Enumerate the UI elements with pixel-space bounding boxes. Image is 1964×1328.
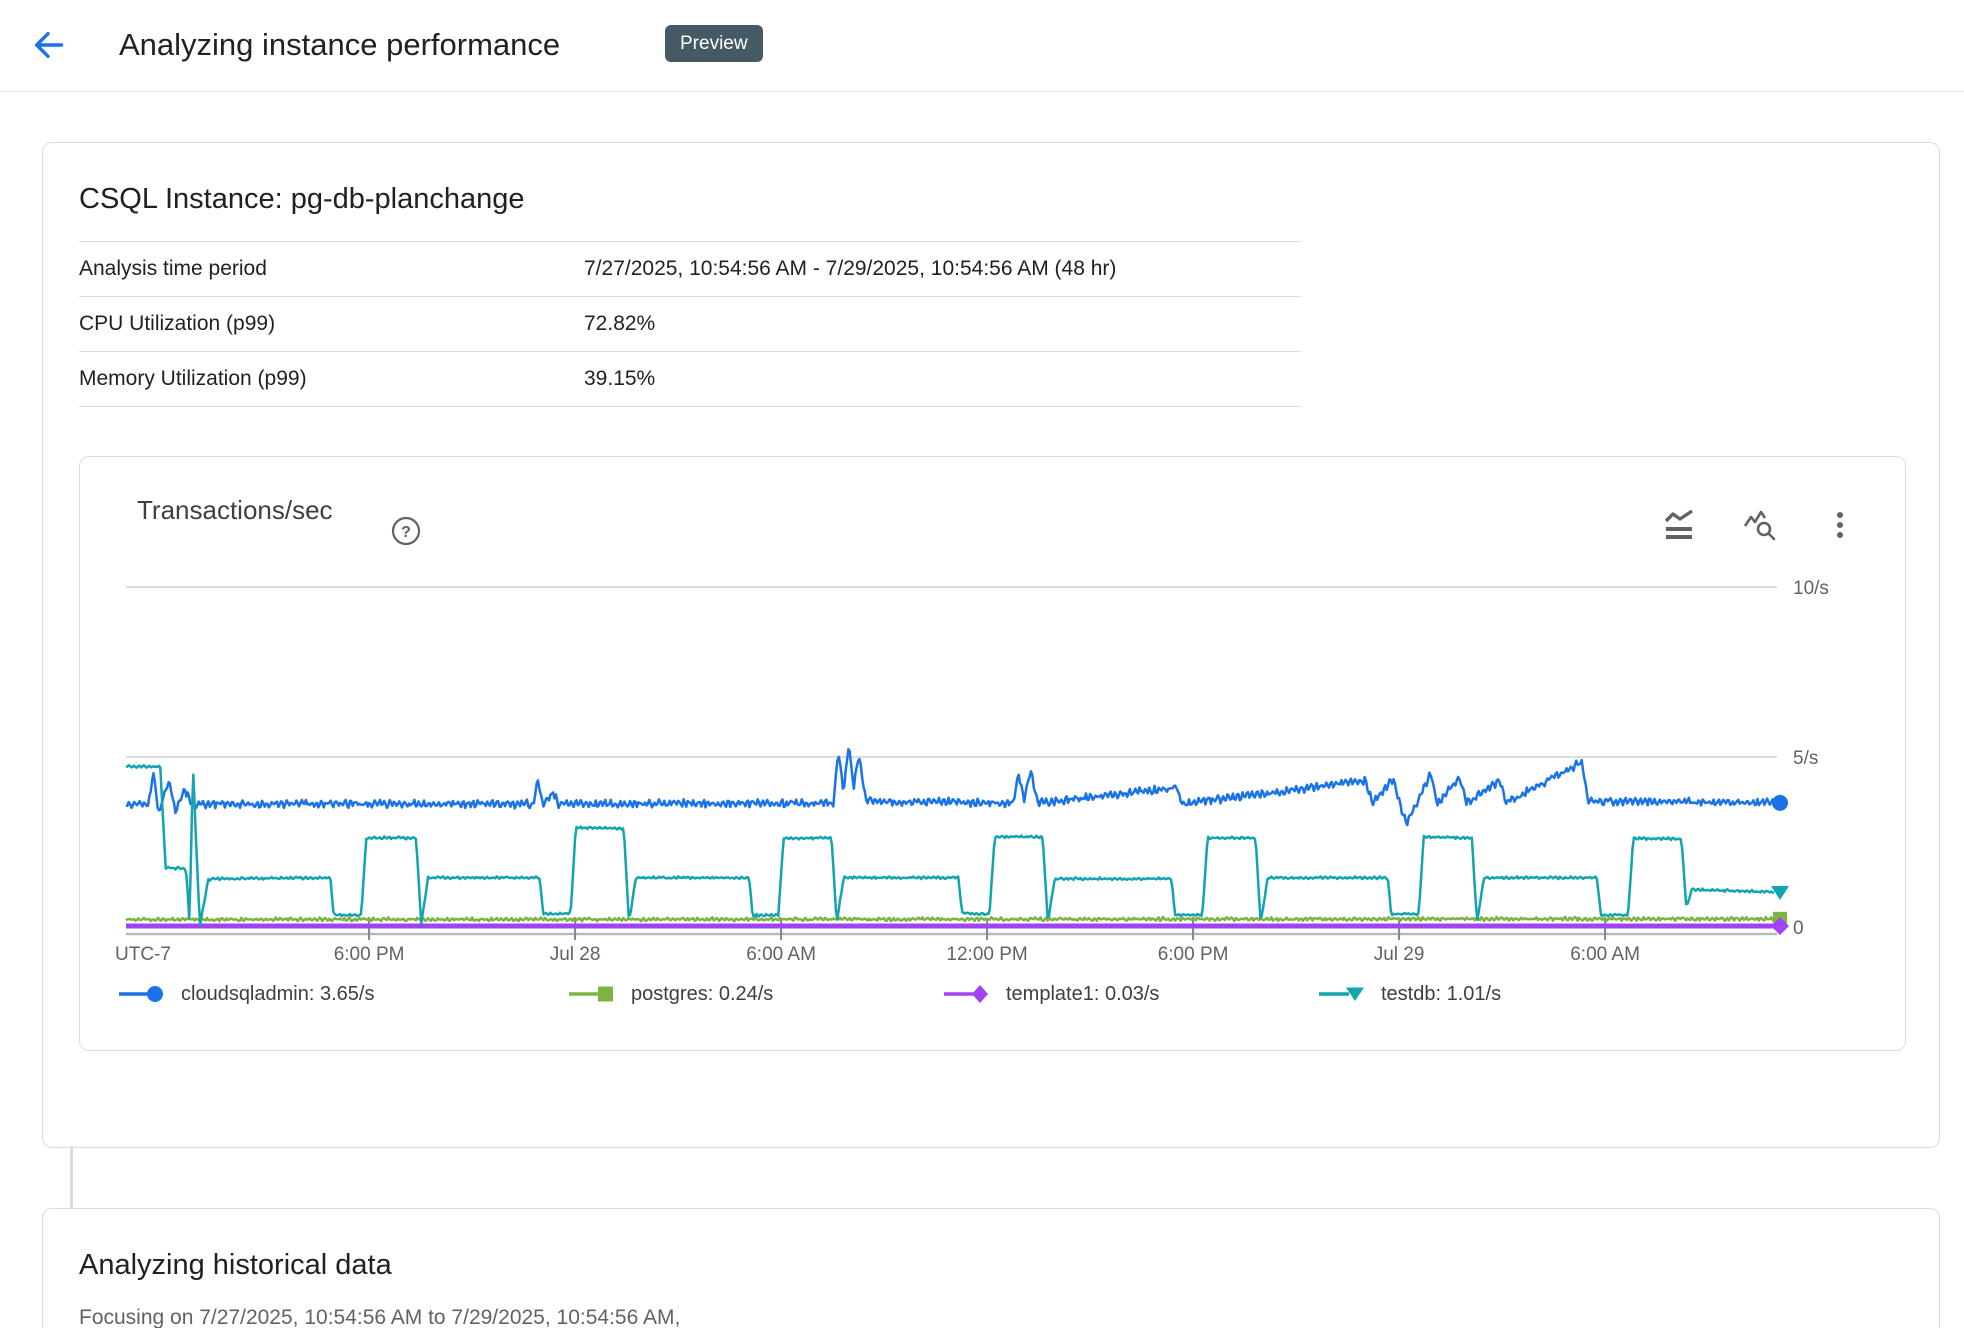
x-axis-label: 6:00 AM <box>1570 944 1640 965</box>
historical-data-card: Analyzing historical data Focusing on 7/… <box>42 1208 1940 1328</box>
y-axis-label: 5/s <box>1793 748 1818 769</box>
instance-card-title: CSQL Instance: pg-db-planchange <box>79 183 525 216</box>
series-line-cloudsqladmin <box>126 749 1774 825</box>
legend-item-testdb[interactable]: testdb: 1.01/s <box>1317 981 1501 1007</box>
x-axis-label: 6:00 AM <box>746 944 816 965</box>
legend-item-cloudsqladmin[interactable]: cloudsqladmin: 3.65/s <box>117 981 374 1007</box>
legend-item-postgres[interactable]: postgres: 0.24/s <box>567 981 773 1007</box>
y-axis-label: 10/s <box>1793 578 1829 599</box>
series-end-marker-cloudsqladmin <box>1772 795 1788 811</box>
transactions-chart-plot[interactable]: 10/s 5/s 0 6:00 PM Jul 28 6:00 AM 12:00 PM 6:00… <box>80 457 1905 1050</box>
instance-card: CSQL Instance: pg-db-planchange Analysis… <box>42 142 1940 1148</box>
legend-marker-square-icon <box>567 983 619 1005</box>
row-value: 7/27/2025, 10:54:56 AM - 7/29/2025, 10:5… <box>584 257 1116 281</box>
row-label: CPU Utilization (p99) <box>79 312 584 336</box>
row-value: 39.15% <box>584 367 655 391</box>
row-label: Memory Utilization (p99) <box>79 367 584 391</box>
page: Analyzing instance performance Preview C… <box>0 0 1964 1328</box>
page-title: Analyzing instance performance <box>119 27 560 63</box>
preview-badge: Preview <box>665 25 763 62</box>
x-axis-label: Jul 29 <box>1374 944 1425 965</box>
back-button[interactable] <box>28 26 68 66</box>
legend-label: postgres: 0.24/s <box>631 983 773 1006</box>
chart-card: Transactions/sec ? <box>79 456 1906 1051</box>
instance-stats-table: Analysis time period 7/27/2025, 10:54:56… <box>79 241 1301 407</box>
card-connector-line <box>70 1146 73 1208</box>
table-row: CPU Utilization (p99) 72.82% <box>79 296 1301 351</box>
arrow-back-icon <box>31 28 65 62</box>
row-value: 72.82% <box>584 312 655 336</box>
legend-label: cloudsqladmin: 3.65/s <box>181 983 374 1006</box>
historical-card-title: Analyzing historical data <box>79 1249 392 1282</box>
y-axis-label: 0 <box>1793 918 1804 939</box>
historical-card-subtitle: Focusing on 7/27/2025, 10:54:56 AM to 7/… <box>79 1306 680 1328</box>
legend-label: template1: 0.03/s <box>1006 983 1159 1006</box>
x-axis-label: Jul 28 <box>550 944 601 965</box>
legend-marker-triangle-icon <box>1317 983 1369 1005</box>
x-axis-label: 6:00 PM <box>1158 944 1229 965</box>
page-header: Analyzing instance performance Preview <box>0 0 1964 92</box>
x-axis-label: 12:00 PM <box>946 944 1027 965</box>
row-label: Analysis time period <box>79 257 584 281</box>
legend-marker-circle-icon <box>117 983 169 1005</box>
series-line-postgres <box>126 917 1774 921</box>
x-axis-label: 6:00 PM <box>334 944 405 965</box>
legend-item-template1[interactable]: template1: 0.03/s <box>942 981 1159 1007</box>
legend-label: testdb: 1.01/s <box>1381 983 1501 1006</box>
table-row: Memory Utilization (p99) 39.15% <box>79 351 1301 407</box>
legend-marker-diamond-icon <box>942 983 994 1005</box>
table-row: Analysis time period 7/27/2025, 10:54:56… <box>79 241 1301 296</box>
timezone-label: UTC-7 <box>115 944 171 965</box>
